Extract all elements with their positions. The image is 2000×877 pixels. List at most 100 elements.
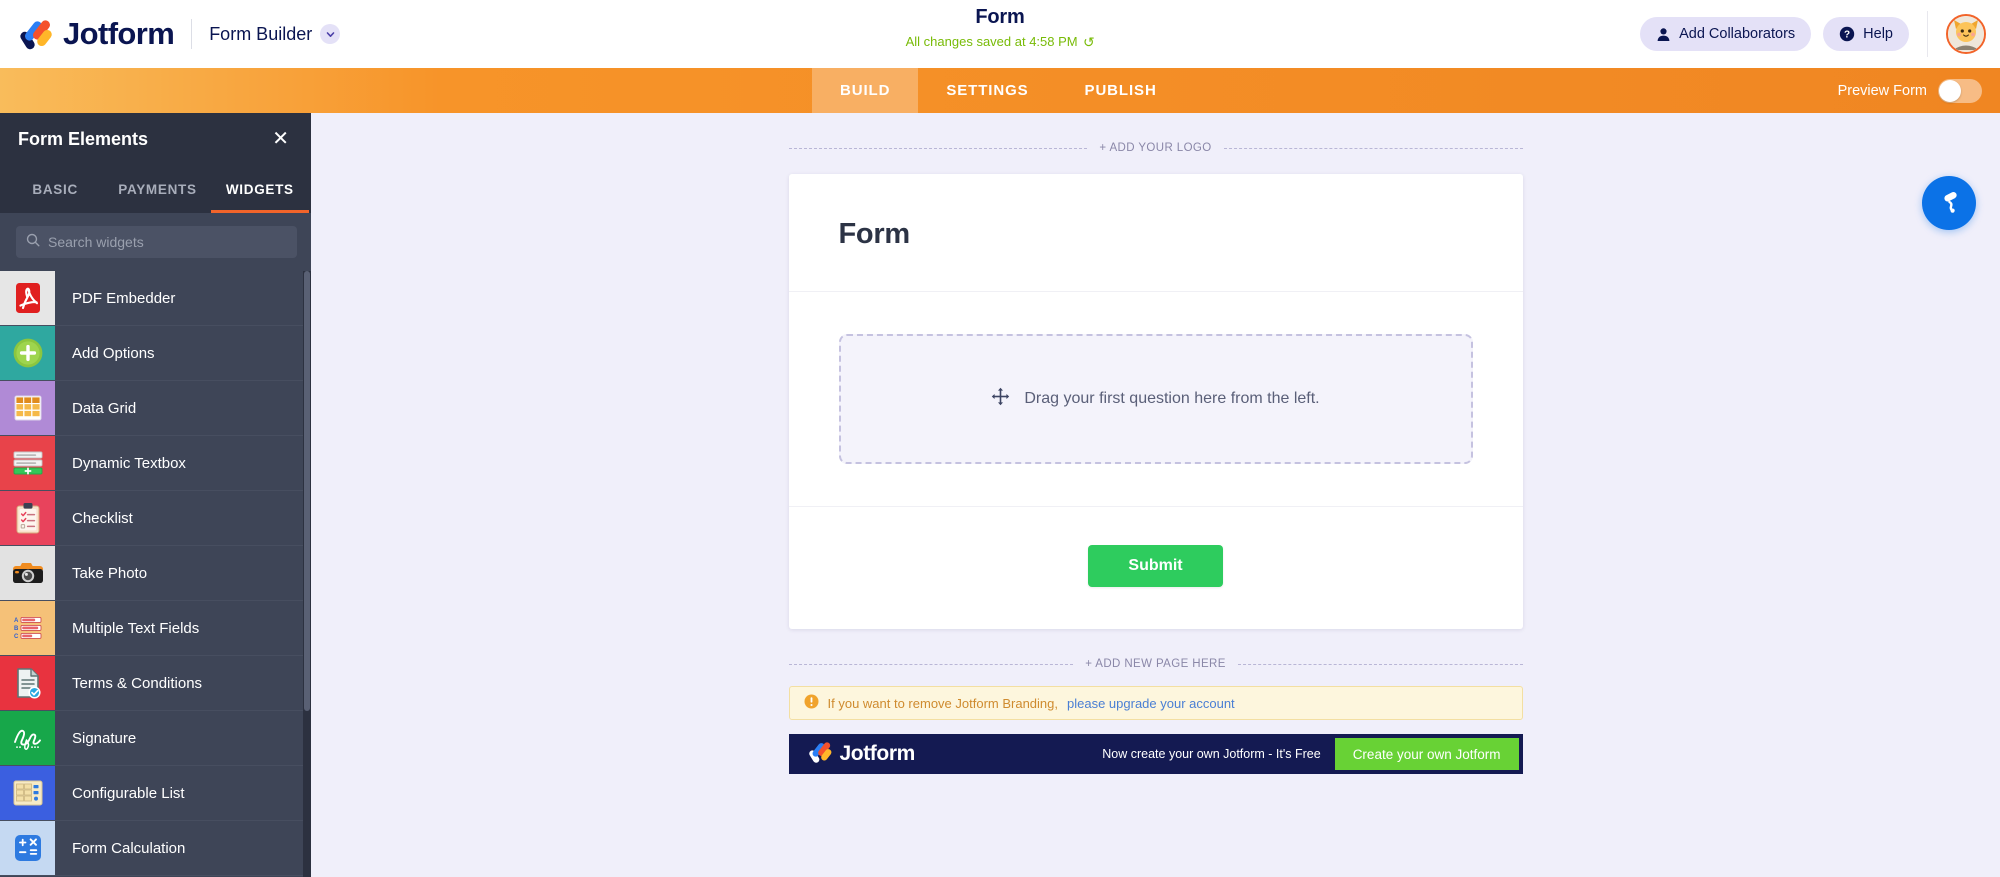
tab-basic[interactable]: BASIC [4,165,106,213]
svg-text:A: A [14,618,19,624]
sidebar-scrollbar-thumb[interactable] [304,271,310,711]
form-heading[interactable]: Form [839,218,1473,251]
banner-wordmark: Jotform [839,742,916,765]
calculator-icon [0,821,55,875]
form-card-body: Drag your first question here from the l… [788,292,1523,507]
add-page-label: + ADD NEW PAGE HERE [1085,658,1226,670]
tab-widgets[interactable]: WIDGETS [209,165,311,213]
widget-label: Checklist [72,509,133,527]
widget-row[interactable]: Terms & Conditions [0,656,311,711]
search-widgets-box[interactable] [16,226,297,258]
search-icon [26,233,40,252]
close-icon[interactable]: ✕ [272,129,289,149]
nav-tabs: BUILD SETTINGS PUBLISH [812,68,1185,113]
widget-label: Terms & Conditions [72,674,203,692]
widget-row[interactable]: Configurable List [0,766,311,821]
tab-build[interactable]: BUILD [812,68,919,113]
branding-notice-text: If you want to remove Jotform Branding, [827,695,1059,711]
brand-zone: Jotform Form Builder [0,16,341,52]
document-check-icon [0,656,55,710]
widget-label: Configurable List [72,784,185,802]
app-header: Jotform Form Builder Form All changes sa… [0,0,2000,68]
widget-row[interactable]: Dynamic Textbox [0,436,311,491]
brand-divider [191,19,193,49]
widget-row[interactable]: PDF Embedder [0,271,311,326]
header-divider [1927,11,1928,57]
form-elements-sidebar: Form Elements ✕ BASIC PAYMENTS WIDGETS P… [0,113,311,877]
dropzone-label: Drag your first question here from the l… [1024,390,1320,407]
tab-settings[interactable]: SETTINGS [918,68,1056,113]
text-fields-icon: ABC [0,601,55,655]
upgrade-account-link[interactable]: please upgrade your account [1067,696,1235,711]
tab-payments[interactable]: PAYMENTS [106,165,208,213]
preview-form-toggle[interactable]: Preview Form [1838,68,1982,113]
search-widgets-wrap [0,213,311,271]
svg-text:C: C [14,634,19,640]
widget-list[interactable]: PDF Embedder Add Options Data Grid Dynamic … [0,271,311,877]
preview-form-label: Preview Form [1837,82,1927,99]
camera-icon [0,546,55,600]
widget-label: Multiple Text Fields [72,619,200,637]
sidebar-title: Form Elements [18,128,149,149]
add-logo-row[interactable]: + ADD YOUR LOGO [788,138,1523,158]
question-mark-icon: ? [1839,26,1855,42]
sidebar-scrollbar[interactable] [303,271,311,877]
dashed-line-right-2 [1237,663,1523,665]
widget-row[interactable]: Form Calculation [0,821,311,876]
widget-label: Signature [72,729,137,747]
save-status-text: All changes saved at 4:58 PM [905,34,1078,49]
branding-notice: If you want to remove Jotform Branding, … [788,686,1523,720]
add-page-row[interactable]: + ADD NEW PAGE HERE [788,654,1523,674]
move-arrows-icon [991,387,1010,411]
save-status[interactable]: All changes saved at 4:58 PM ↻ [905,34,1095,50]
toggle-switch[interactable] [1938,78,1982,103]
add-collaborators-label: Add Collaborators [1679,26,1796,42]
widget-label: Form Calculation [72,839,186,857]
textbox-rows-icon [0,436,55,490]
pdf-icon [0,271,55,325]
data-grid-icon [0,381,55,435]
form-card-footer: Submit [789,507,1523,629]
widget-row[interactable]: Add Options [0,326,311,381]
avatar[interactable] [1946,14,1986,54]
jotform-logo[interactable]: Jotform [20,16,175,52]
plus-circle-icon [0,326,55,380]
widget-label: Add Options [72,344,155,362]
jotform-banner-logo-mark [808,740,833,769]
header-actions: Add Collaborators ? Help [1640,0,2000,68]
question-dropzone[interactable]: Drag your first question here from the l… [838,334,1473,464]
help-button[interactable]: ? Help [1823,17,1909,51]
dashed-line-left [788,147,1088,149]
refresh-icon[interactable]: ↻ [1083,34,1095,50]
build-navbar: BUILD SETTINGS PUBLISH Preview Form [0,68,2000,113]
tab-publish[interactable]: PUBLISH [1057,68,1185,113]
create-own-jotform-button[interactable]: Create your own Jotform [1334,738,1519,770]
form-builder-dropdown[interactable]: Form Builder [209,24,341,45]
dashed-line-left-2 [788,663,1074,665]
dashed-line-right [1223,147,1523,149]
sidebar-tabs: BASIC PAYMENTS WIDGETS [0,165,311,213]
form-designer-button[interactable] [1922,176,1976,230]
widget-label: Take Photo [72,564,148,582]
banner-logo: Jotform [808,740,916,769]
submit-button[interactable]: Submit [1088,545,1223,587]
form-card-header[interactable]: Form [788,174,1523,292]
chevron-down-icon [320,24,341,44]
widget-row[interactable]: Take Photo [0,546,311,601]
widget-row[interactable]: Checklist [0,491,311,546]
toggle-knob [1939,79,1961,102]
banner-text: Now create your own Jotform - It's Free [1102,747,1321,761]
widget-row[interactable]: Signature [0,711,311,766]
page-title[interactable]: Form [975,6,1024,29]
widget-label: Data Grid [72,399,137,417]
widget-label: Dynamic Textbox [72,454,186,472]
jotform-promo-banner: Jotform Now create your own Jotform - It… [788,734,1523,774]
widget-row[interactable]: Data Grid [0,381,311,436]
signature-icon [0,711,55,765]
warning-icon [804,694,819,712]
search-input[interactable] [48,234,287,250]
add-collaborators-button[interactable]: Add Collaborators [1640,17,1812,51]
widget-row[interactable]: A B C Multiple Text Fields [0,601,311,656]
person-icon [1656,27,1671,42]
paint-roller-icon [1936,189,1962,218]
